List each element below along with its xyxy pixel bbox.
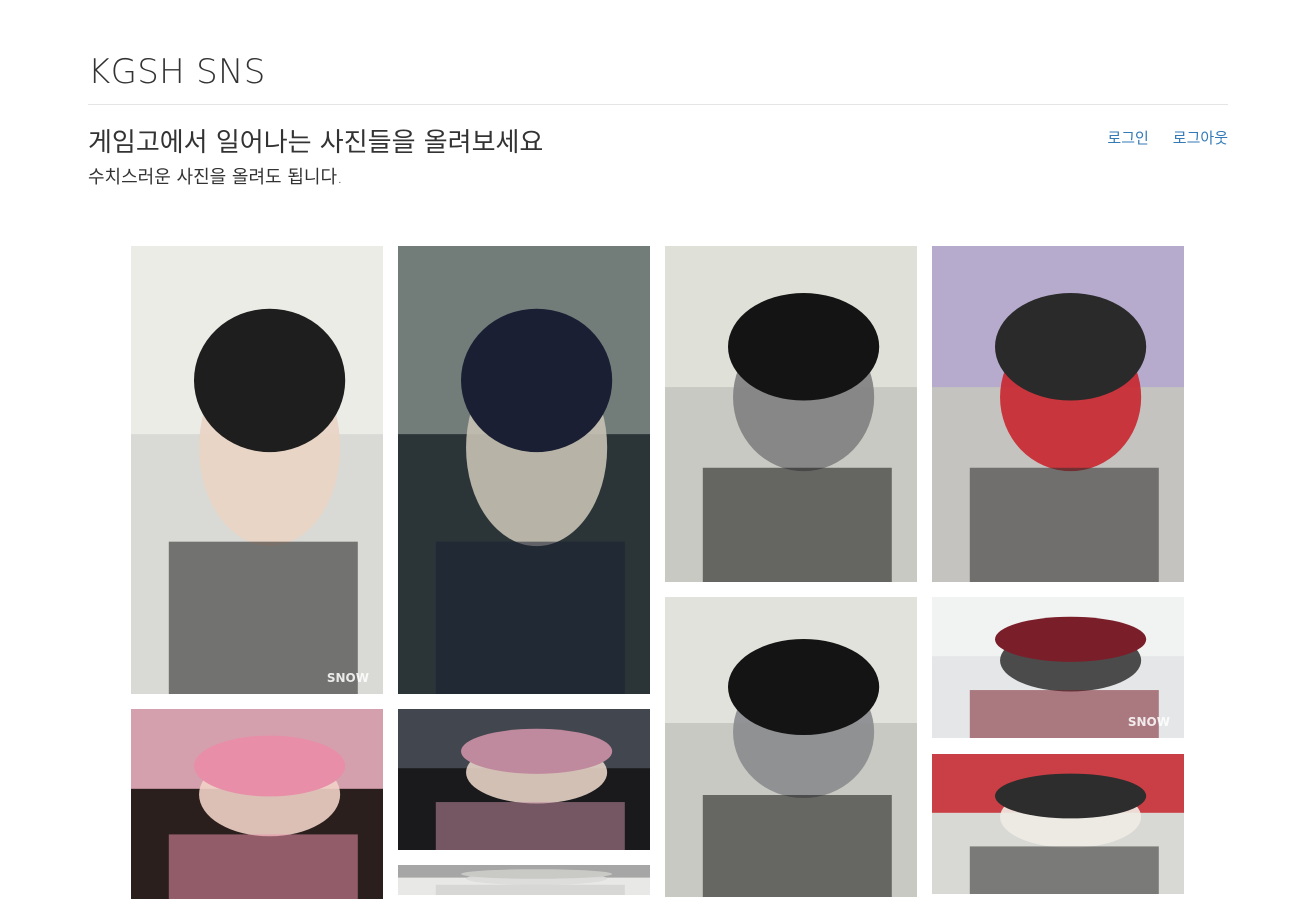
photo-image <box>665 597 917 897</box>
photo-image <box>932 754 1184 894</box>
snow-watermark: SNOW <box>327 671 369 685</box>
photo-image <box>398 865 650 895</box>
photo-smiling-student-classroom[interactable]: SNOW <box>131 246 383 694</box>
page-subline: 수치스러운 사진을 올려도 됩니다. <box>88 167 343 188</box>
photo-student-glass-door-night[interactable] <box>398 246 650 694</box>
photo-store-fridges[interactable] <box>932 754 1184 894</box>
snow-watermark: SNOW <box>1128 715 1170 729</box>
page-headline: 게임고에서 일어나는 사진들을 올려보세요 <box>88 128 544 158</box>
photo-image <box>398 246 650 694</box>
logout-link[interactable]: 로그아웃 <box>1173 127 1228 148</box>
top-nav: 로그인 로그아웃 <box>1107 127 1228 148</box>
photo-image <box>932 246 1184 582</box>
photo-student-convenience-store[interactable] <box>932 246 1184 582</box>
photo-night-dance-performance[interactable] <box>398 709 650 850</box>
photo-image: SNOW <box>932 597 1184 738</box>
photo-partial-bottom[interactable] <box>398 865 650 895</box>
photo-image <box>665 246 917 582</box>
login-link[interactable]: 로그인 <box>1107 127 1148 148</box>
photo-image: SNOW <box>131 246 383 694</box>
header-divider <box>88 104 1228 105</box>
photo-image <box>398 709 650 850</box>
photo-pink-wigs-group[interactable] <box>131 709 383 899</box>
site-title: KGSH SNS <box>88 52 266 92</box>
photo-glasses-closeup-side[interactable] <box>665 246 917 582</box>
photo-image <box>131 709 383 899</box>
photo-glasses-closeup-earphone[interactable] <box>665 597 917 897</box>
photo-cafeteria-students[interactable]: SNOW <box>932 597 1184 738</box>
